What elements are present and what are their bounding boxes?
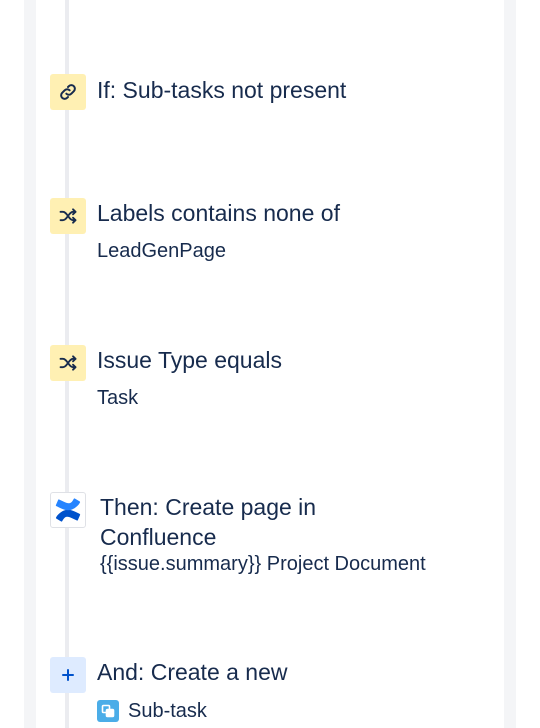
component-value: Task [97, 387, 139, 409]
rule-component-confluence-action[interactable]: Then: Create page in Confluence {{issue.… [50, 492, 470, 582]
component-title-line1: Then: Create page in [100, 494, 317, 520]
component-title: And: Create a new [97, 659, 288, 685]
rule-component-labels-condition[interactable]: Labels contains none of LeadGenPage [50, 198, 470, 268]
action-icon-box [50, 657, 86, 693]
rule-component-subtasks-condition[interactable]: If: Sub-tasks not present [50, 74, 470, 110]
component-value: LeadGenPage [97, 240, 227, 262]
component-title: Issue Type equals [97, 347, 282, 373]
issue-type-value: Sub-task [97, 698, 207, 724]
condition-icon-box [50, 198, 86, 234]
left-gutter [24, 0, 36, 728]
component-value: {{issue.summary}} Project Document [100, 553, 426, 575]
rule-component-create-issue-action[interactable]: And: Create a new Sub-task [50, 657, 470, 728]
issue-type-label: Sub-task [128, 700, 207, 722]
shuffle-icon [59, 355, 77, 371]
rule-component-issue-type-condition[interactable]: Issue Type equals Task [50, 345, 470, 415]
subtask-icon [97, 700, 119, 722]
confluence-icon [55, 498, 81, 522]
condition-icon-box [50, 74, 86, 110]
component-title: Labels contains none of [97, 200, 340, 226]
shuffle-icon [59, 208, 77, 224]
right-gutter [504, 0, 516, 728]
component-title: If: Sub-tasks not present [97, 77, 347, 103]
condition-icon-box [50, 345, 86, 381]
plus-icon [62, 669, 74, 681]
action-icon-box [50, 492, 86, 528]
link-icon [60, 84, 76, 100]
component-title-line2: Confluence [100, 524, 217, 550]
